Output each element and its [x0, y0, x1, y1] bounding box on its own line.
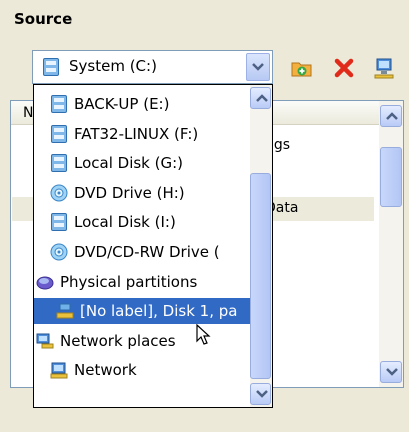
dropdown-item[interactable]: Local Disk (I:): [34, 209, 250, 235]
scroll-up-button[interactable]: [380, 105, 402, 127]
list-header-column[interactable]: N: [23, 105, 33, 121]
scroll-down-button[interactable]: [250, 383, 271, 405]
add-folder-icon[interactable]: [290, 56, 314, 80]
network-computer-icon[interactable]: [372, 56, 396, 80]
dropdown-item[interactable]: DVD/CD-RW Drive (: [34, 239, 250, 265]
chevron-up-icon: [386, 112, 398, 120]
source-drive-combobox[interactable]: System (C:): [32, 50, 273, 84]
dropdown-item-label: Local Disk (G:): [74, 154, 184, 173]
combo-dropdown-button[interactable]: [246, 53, 270, 81]
dropdown-scrollbar[interactable]: [250, 85, 272, 407]
dropdown-item[interactable]: Local Disk (G:): [34, 150, 250, 176]
delete-icon[interactable]: [332, 56, 356, 80]
dropdown-item-label: DVD Drive (H:): [74, 183, 185, 202]
dropdown-item[interactable]: Network places: [34, 328, 250, 354]
dvd-icon: [50, 184, 68, 202]
dropdown-item-label: Network places: [60, 331, 176, 350]
dropdown-item-label: [No label], Disk 1, pa: [80, 302, 238, 321]
chevron-down-icon: [256, 390, 268, 398]
drive-icon: [50, 95, 68, 113]
dropdown-item[interactable]: [No label], Disk 1, pa: [34, 298, 250, 325]
dropdown-item[interactable]: FAT32-LINUX (F:): [34, 121, 250, 147]
dropdown-item-label: FAT32-LINUX (F:): [74, 124, 199, 143]
list-scrollbar[interactable]: [379, 101, 403, 387]
partitions-icon: [36, 273, 54, 291]
dropdown-item-label: Physical partitions: [60, 272, 198, 291]
scroll-thumb[interactable]: [250, 173, 271, 379]
chevron-down-icon: [252, 63, 264, 71]
dropdown-item-label: BACK-UP (E:): [74, 95, 170, 113]
drive-dropdown-list[interactable]: BACK-UP (E:) FAT32-LINUX (F:) Local Disk (…: [33, 84, 273, 408]
dropdown-item-label: Local Disk (I:): [74, 213, 176, 232]
drive-icon: [43, 58, 59, 76]
network-places-icon: [36, 332, 54, 350]
scroll-thumb[interactable]: [380, 147, 402, 207]
dropdown-item[interactable]: Physical partitions: [34, 269, 250, 295]
dropdown-item[interactable]: Network: [34, 357, 250, 383]
drive-icon: [50, 124, 68, 143]
dropdown-item-label: Network: [74, 361, 137, 380]
chevron-up-icon: [256, 94, 268, 102]
dropdown-item-label: DVD/CD-RW Drive (: [74, 243, 220, 261]
mouse-cursor-icon: [196, 323, 212, 346]
drive-icon: [50, 213, 68, 232]
drive-icon: [50, 154, 68, 173]
combo-selected-value: System (C:): [69, 57, 157, 75]
partition-icon: [56, 302, 74, 320]
dropdown-item[interactable]: BACK-UP (E:): [34, 91, 250, 117]
chevron-down-icon: [386, 368, 398, 376]
group-title: Source: [14, 10, 73, 28]
scroll-down-button[interactable]: [380, 361, 402, 383]
scroll-up-button[interactable]: [250, 87, 271, 109]
dropdown-item[interactable]: DVD Drive (H:): [34, 180, 250, 206]
dvd-icon: [50, 243, 68, 261]
network-icon: [50, 361, 68, 379]
